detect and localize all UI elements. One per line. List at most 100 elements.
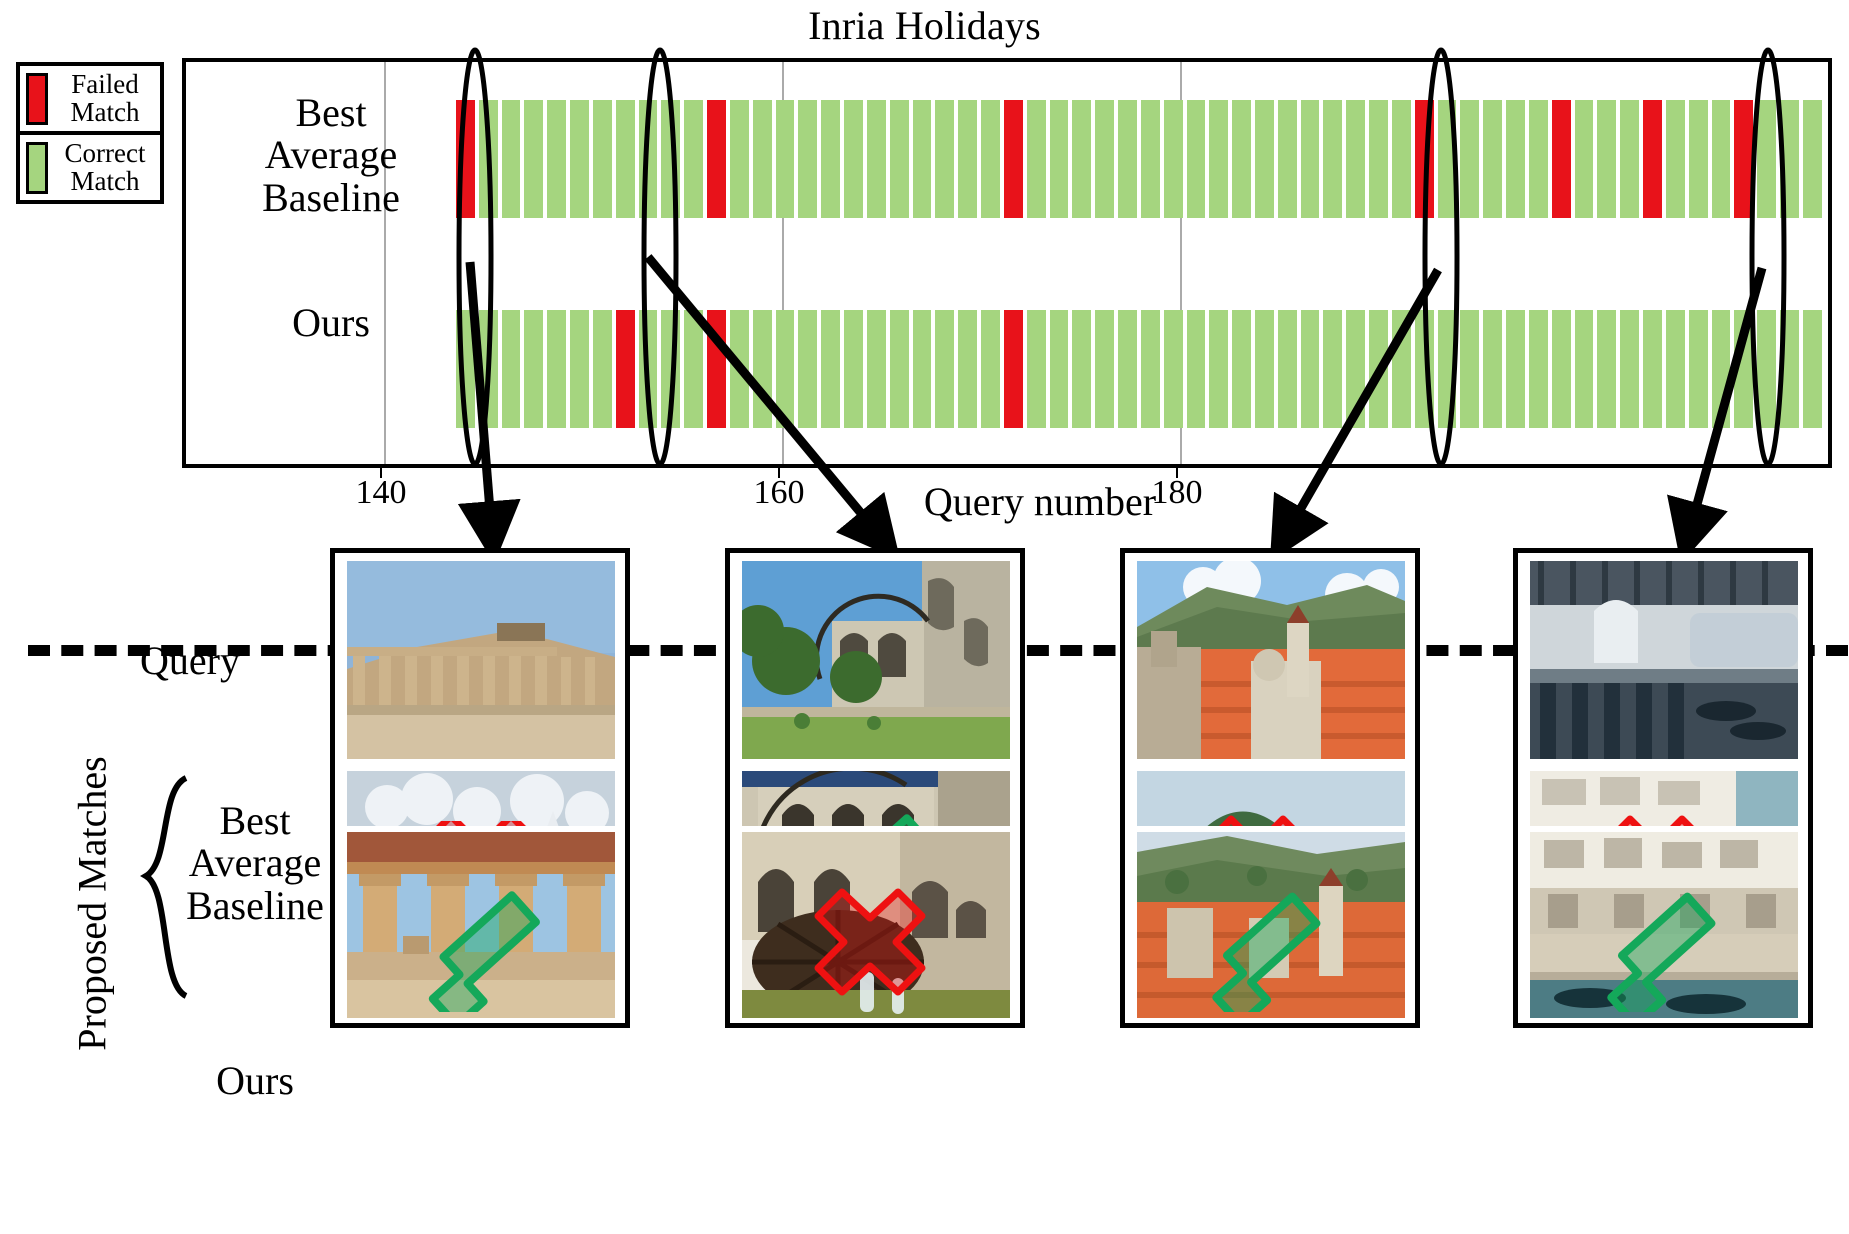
bar-best-average-baseline-147: [615, 100, 635, 218]
bar-ours-167: [1072, 310, 1092, 428]
bar-best-average-baseline-199: [1802, 100, 1822, 218]
bar-ours-166: [1049, 310, 1069, 428]
bar-ours-189: [1574, 310, 1594, 428]
bar-best-average-baseline-143: [524, 100, 544, 218]
query-image-col2: [742, 561, 1010, 759]
bar-ours-150: [684, 310, 704, 428]
bar-ours-196: [1734, 310, 1754, 428]
bar-best-average-baseline-186: [1506, 100, 1525, 218]
bar-row-ours: [456, 310, 1826, 428]
bar-ours-152: [729, 310, 749, 428]
legend-item-correct-label: Correct Match: [56, 140, 154, 195]
bar-ours-197: [1757, 310, 1777, 428]
bar-ours-169: [1118, 310, 1137, 428]
bar-best-average-baseline-164: [1003, 100, 1023, 218]
bar-best-average-baseline-146: [592, 100, 612, 218]
bar-best-average-baseline-181: [1391, 100, 1411, 218]
bar-best-average-baseline-184: [1460, 100, 1480, 218]
bar-ours-168: [1095, 310, 1115, 428]
bar-best-average-baseline-158: [866, 100, 886, 218]
bar-ours-194: [1688, 310, 1708, 428]
bar-best-average-baseline-166: [1049, 100, 1069, 218]
panel-row-label-ours: Ours: [216, 1058, 294, 1103]
bar-ours-145: [570, 310, 589, 428]
bar-best-average-baseline-173: [1209, 100, 1229, 218]
bar-ours-157: [844, 310, 863, 428]
chart-row-label-baseline-l2: Average: [264, 132, 398, 178]
ours-mark-col3: [1137, 882, 1405, 1012]
bar-ours-184: [1460, 310, 1480, 428]
bar-best-average-baseline-151: [707, 100, 726, 218]
bar-ours-190: [1597, 310, 1617, 428]
bar-best-average-baseline-140: [456, 100, 475, 218]
bar-ours-186: [1506, 310, 1525, 428]
bar-best-average-baseline-195: [1711, 100, 1731, 218]
bar-best-average-baseline-178: [1323, 100, 1343, 218]
bar-ours-149: [661, 310, 681, 428]
bar-best-average-baseline-196: [1734, 100, 1754, 218]
bar-best-average-baseline-149: [661, 100, 681, 218]
legend-item-failed-label: Failed Match: [56, 69, 154, 127]
correct-match-swatch: [26, 141, 48, 194]
panel-group-label-proposed-matches: Proposed Matches: [69, 756, 115, 1051]
bar-best-average-baseline-161: [935, 100, 955, 218]
bar-best-average-baseline-191: [1620, 100, 1640, 218]
bar-best-average-baseline-185: [1483, 100, 1503, 218]
bar-best-average-baseline-150: [684, 100, 704, 218]
bar-ours-143: [524, 310, 544, 428]
bar-ours-153: [752, 310, 772, 428]
tick-label-140: 140: [355, 474, 407, 511]
bar-ours-177: [1300, 310, 1320, 428]
query-image-col1: [347, 561, 615, 759]
bar-ours-183: [1437, 310, 1457, 428]
bar-best-average-baseline-177: [1300, 100, 1320, 218]
bar-best-average-baseline-197: [1757, 100, 1777, 218]
bar-ours-142: [501, 310, 521, 428]
bar-ours-198: [1780, 310, 1799, 428]
chart-row-label-ours: Ours: [292, 300, 370, 345]
bar-best-average-baseline-198: [1780, 100, 1799, 218]
bar-best-average-baseline-165: [1026, 100, 1046, 218]
bar-ours-164: [1003, 310, 1023, 428]
bar-ours-161: [935, 310, 955, 428]
bar-best-average-baseline-187: [1528, 100, 1548, 218]
bar-best-average-baseline-159: [889, 100, 909, 218]
bar-best-average-baseline-180: [1369, 100, 1388, 218]
legend-failed-line1: Failed: [71, 69, 139, 99]
bar-best-average-baseline-148: [638, 100, 658, 218]
bar-ours-174: [1232, 310, 1251, 428]
bar-best-average-baseline-175: [1254, 100, 1274, 218]
ours-box-col1: [330, 826, 630, 1028]
legend-correct-line2: Match: [70, 165, 140, 196]
bar-ours-165: [1026, 310, 1046, 428]
bar-best-average-baseline-179: [1346, 100, 1366, 218]
bar-best-average-baseline-194: [1688, 100, 1708, 218]
bar-best-average-baseline-157: [844, 100, 863, 218]
bar-ours-170: [1140, 310, 1160, 428]
bar-ours-171: [1163, 310, 1183, 428]
bar-ours-187: [1528, 310, 1548, 428]
bar-ours-160: [912, 310, 932, 428]
bar-ours-178: [1323, 310, 1343, 428]
ours-box-col3: [1120, 826, 1420, 1028]
legend-failed-line2: Match: [70, 96, 140, 127]
bar-ours-163: [981, 310, 1000, 428]
bar-ours-188: [1551, 310, 1571, 428]
bar-ours-158: [866, 310, 886, 428]
bar-best-average-baseline-162: [958, 100, 978, 218]
bar-best-average-baseline-163: [981, 100, 1000, 218]
bar-best-average-baseline-169: [1118, 100, 1137, 218]
bar-ours-162: [958, 310, 978, 428]
bar-ours-173: [1209, 310, 1229, 428]
bar-best-average-baseline-152: [729, 100, 749, 218]
bar-ours-148: [638, 310, 658, 428]
ours-box-col2: [725, 826, 1025, 1028]
bar-ours-180: [1369, 310, 1388, 428]
bar-ours-172: [1186, 310, 1206, 428]
x-axis-title: Query number: [923, 479, 1157, 524]
bar-ours-140: [456, 310, 475, 428]
bar-ours-155: [798, 310, 818, 428]
bar-best-average-baseline-156: [821, 100, 841, 218]
ours-mark-col1: [347, 882, 615, 1012]
match-timeline-chart: Best Average Baseline Ours: [182, 58, 1832, 468]
